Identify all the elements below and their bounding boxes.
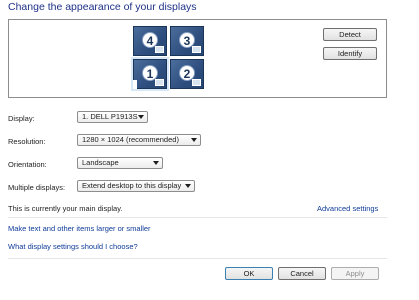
display-label: Display: xyxy=(8,114,35,123)
chevron-down-icon xyxy=(191,138,197,142)
resolution-label: Resolution: xyxy=(8,137,46,146)
advanced-settings-link[interactable]: Advanced settings xyxy=(317,204,378,213)
orientation-label: Orientation: xyxy=(8,160,47,169)
monitor-2[interactable]: 2 xyxy=(170,59,204,89)
monitor-icon xyxy=(192,79,201,86)
display-select[interactable]: 1. DELL P1913S xyxy=(77,111,148,123)
text-size-link[interactable]: Make text and other items larger or smal… xyxy=(8,224,151,233)
monitor-3[interactable]: 3 xyxy=(170,26,204,56)
chevron-down-icon xyxy=(153,161,159,165)
monitor-icon xyxy=(155,46,164,53)
multiple-displays-label: Multiple displays: xyxy=(8,183,66,192)
main-display-marker xyxy=(133,80,137,89)
display-help-link[interactable]: What display settings should I choose? xyxy=(8,242,138,251)
monitor-icon xyxy=(155,79,164,86)
monitor-arrangement-panel: 4 3 1 2 Detect Identify xyxy=(8,19,387,98)
divider xyxy=(8,258,387,259)
resolution-select[interactable]: 1280 × 1024 (recommended) xyxy=(77,134,201,146)
monitor-icon xyxy=(192,46,201,53)
detect-button[interactable]: Detect xyxy=(323,28,377,41)
display-value: 1. DELL P1913S xyxy=(82,112,138,121)
multiple-displays-select[interactable]: Extend desktop to this display xyxy=(77,180,195,192)
orientation-select[interactable]: Landscape xyxy=(77,157,163,169)
monitor-1[interactable]: 1 xyxy=(131,57,169,91)
page-title: Change the appearance of your displays xyxy=(8,1,197,13)
ok-button[interactable]: OK xyxy=(225,267,273,280)
main-display-status: This is currently your main display. xyxy=(8,204,123,213)
chevron-down-icon xyxy=(138,115,144,119)
chevron-down-icon xyxy=(185,184,191,188)
identify-button[interactable]: Identify xyxy=(323,47,377,60)
resolution-value: 1280 × 1024 (recommended) xyxy=(82,135,179,144)
multiple-displays-value: Extend desktop to this display xyxy=(82,181,182,190)
cancel-button[interactable]: Cancel xyxy=(278,267,326,280)
monitor-4[interactable]: 4 xyxy=(133,26,167,56)
divider xyxy=(8,217,387,218)
orientation-value: Landscape xyxy=(82,158,119,167)
apply-button[interactable]: Apply xyxy=(331,267,379,280)
